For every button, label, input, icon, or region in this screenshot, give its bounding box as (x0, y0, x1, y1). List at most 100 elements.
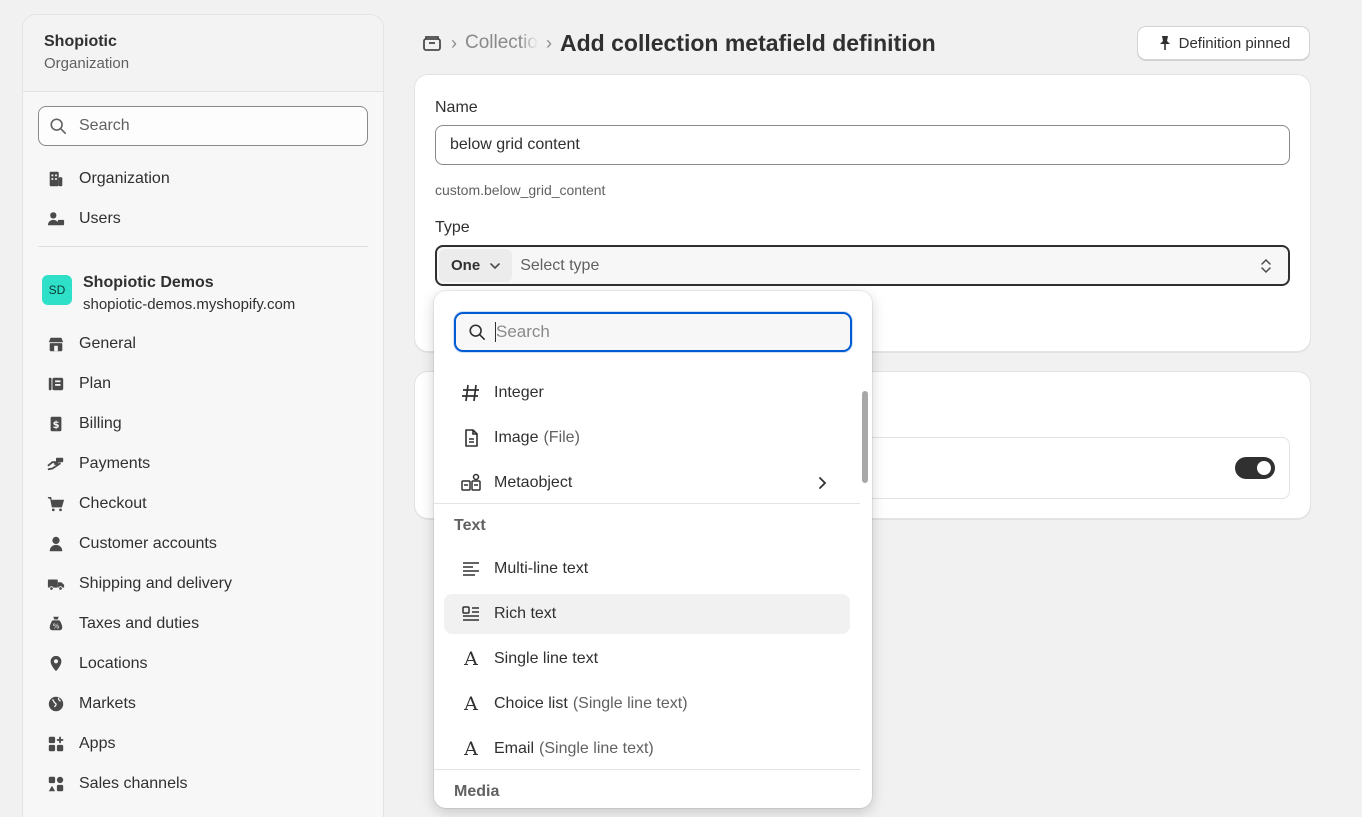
type-dropdown: Search Integer Image (File) Metaobject T… (434, 291, 872, 808)
building-icon (46, 169, 66, 189)
type-search-input[interactable]: Search (454, 312, 852, 352)
option-label: Choice list (494, 695, 568, 712)
sidebar-item-taxes[interactable]: % Taxes and duties (46, 612, 199, 636)
option-toggle[interactable] (1235, 457, 1275, 479)
multiline-text-icon (460, 558, 482, 580)
option-label: Email (494, 740, 535, 757)
org-subtitle: Organization (44, 55, 130, 72)
type-option-rich-text[interactable]: Rich text (444, 594, 850, 634)
breadcrumb: › Collections › Add collection metafield… (421, 28, 936, 58)
option-label: Image (494, 429, 539, 446)
type-option-metaobject[interactable]: Metaobject (444, 463, 850, 503)
option-label: Multi-line text (494, 560, 589, 577)
breadcrumb-separator: › (546, 32, 552, 53)
store-avatar: SD (42, 275, 72, 305)
cardinality-value: One (451, 257, 481, 274)
svg-text:%: % (53, 622, 60, 631)
collections-icon[interactable] (421, 32, 443, 54)
sidebar-item-customer-accounts[interactable]: Customer accounts (46, 532, 217, 556)
location-icon (46, 654, 66, 674)
type-option-integer[interactable]: Integer (444, 373, 850, 413)
sidebar-search-placeholder: Search (79, 117, 130, 134)
option-label: Rich text (494, 605, 557, 622)
dropdown-divider (434, 769, 860, 770)
sidebar-item-sales-channels[interactable]: Sales channels (46, 772, 188, 796)
globe-icon (46, 694, 66, 714)
definition-pinned-label: Definition pinned (1178, 34, 1291, 52)
breadcrumb-link-collections[interactable]: Collections (465, 32, 538, 54)
search-icon (50, 118, 67, 135)
select-arrows-icon (1261, 258, 1271, 274)
sidebar-item-billing[interactable]: $ Billing (46, 412, 122, 436)
sidebar-item-markets[interactable]: Markets (46, 692, 136, 716)
svg-text:$: $ (53, 420, 60, 431)
cart-icon (46, 494, 66, 514)
type-search-placeholder: Search (496, 322, 550, 341)
type-option-choice-list[interactable]: A Choice list (Single line text) (444, 684, 850, 724)
org-header[interactable]: Shopiotic Organization (23, 15, 383, 92)
sidebar-item-label: Plan (79, 375, 112, 392)
sidebar-item-label: Sales channels (79, 775, 188, 792)
tax-icon: % (46, 614, 66, 634)
settings-sidebar: Shopiotic Organization Search Organizati… (22, 14, 384, 817)
section-title-text: Text (454, 517, 486, 534)
person-icon (46, 534, 66, 554)
sidebar-item-label: Organization (79, 170, 170, 187)
sidebar-item-label: Taxes and duties (79, 615, 200, 632)
sidebar-item-label: Locations (79, 655, 148, 672)
cardinality-select[interactable]: One (439, 249, 513, 282)
option-label: Integer (494, 384, 544, 401)
chevron-right-icon (819, 477, 827, 489)
sidebar-item-label: Users (79, 210, 121, 227)
option-sublabel: (File) (543, 429, 580, 446)
sidebar-search-input[interactable]: Search (38, 106, 368, 146)
search-icon (469, 324, 486, 341)
sidebar-item-apps[interactable]: Apps (46, 732, 115, 756)
store-domain: shopiotic-demos.myshopify.com (83, 296, 296, 313)
type-option-multi-line-text[interactable]: Multi-line text (444, 549, 850, 589)
letter-a-icon: A (464, 648, 478, 670)
type-option-single-line-text[interactable]: A Single line text (444, 639, 850, 679)
sidebar-item-payments[interactable]: Payments (46, 452, 150, 476)
namespace-key-hint: custom.below_grid_content (435, 182, 606, 198)
sidebar-divider (38, 246, 368, 247)
sidebar-item-plan[interactable]: Plan (46, 372, 111, 396)
sidebar-item-organization[interactable]: Organization (46, 167, 170, 191)
type-option-image[interactable]: Image (File) (444, 418, 850, 458)
apps-icon (46, 734, 66, 754)
option-sublabel: (Single line text) (572, 695, 688, 712)
users-icon (46, 209, 66, 229)
sidebar-item-shipping[interactable]: Shipping and delivery (46, 572, 232, 596)
app-root: Shopiotic Organization Search Organizati… (0, 0, 1362, 817)
page-title: Add collection metafield definition (560, 29, 936, 56)
metaobject-icon (460, 472, 482, 494)
file-icon (460, 427, 482, 449)
type-placeholder: Select type (520, 256, 600, 274)
definition-pinned-button[interactable]: Definition pinned (1137, 26, 1310, 60)
name-input[interactable]: below grid content (435, 125, 1290, 165)
truck-icon (46, 574, 66, 594)
sidebar-item-locations[interactable]: Locations (46, 652, 148, 676)
type-label: Type (435, 219, 470, 236)
option-label: Metaobject (494, 474, 573, 491)
sidebar-item-label: General (79, 335, 136, 352)
sidebar-item-label: Checkout (79, 495, 147, 512)
option-sublabel: (Single line text) (539, 740, 654, 757)
sidebar-item-checkout[interactable]: Checkout (46, 492, 147, 516)
chevron-down-icon (490, 262, 500, 269)
sidebar-item-label: Apps (79, 735, 116, 752)
store-name: Shopiotic Demos (83, 274, 214, 291)
sidebar-item-label: Markets (79, 695, 136, 712)
type-select[interactable]: One Select type (435, 245, 1290, 286)
hash-icon (460, 382, 482, 404)
section-title-media: Media (454, 783, 500, 800)
sidebar-item-users[interactable]: Users (46, 207, 121, 231)
dropdown-scrollbar[interactable] (862, 391, 868, 483)
name-label: Name (435, 99, 478, 116)
pin-icon (1159, 36, 1170, 50)
org-name: Shopiotic (44, 33, 117, 50)
type-option-email[interactable]: A Email (Single line text) (444, 729, 850, 769)
store-switcher[interactable]: SD Shopiotic Demos shopiotic-demos.mysho… (42, 274, 295, 313)
sidebar-item-general[interactable]: General (46, 332, 136, 356)
sidebar-item-label: Customer accounts (79, 535, 217, 552)
